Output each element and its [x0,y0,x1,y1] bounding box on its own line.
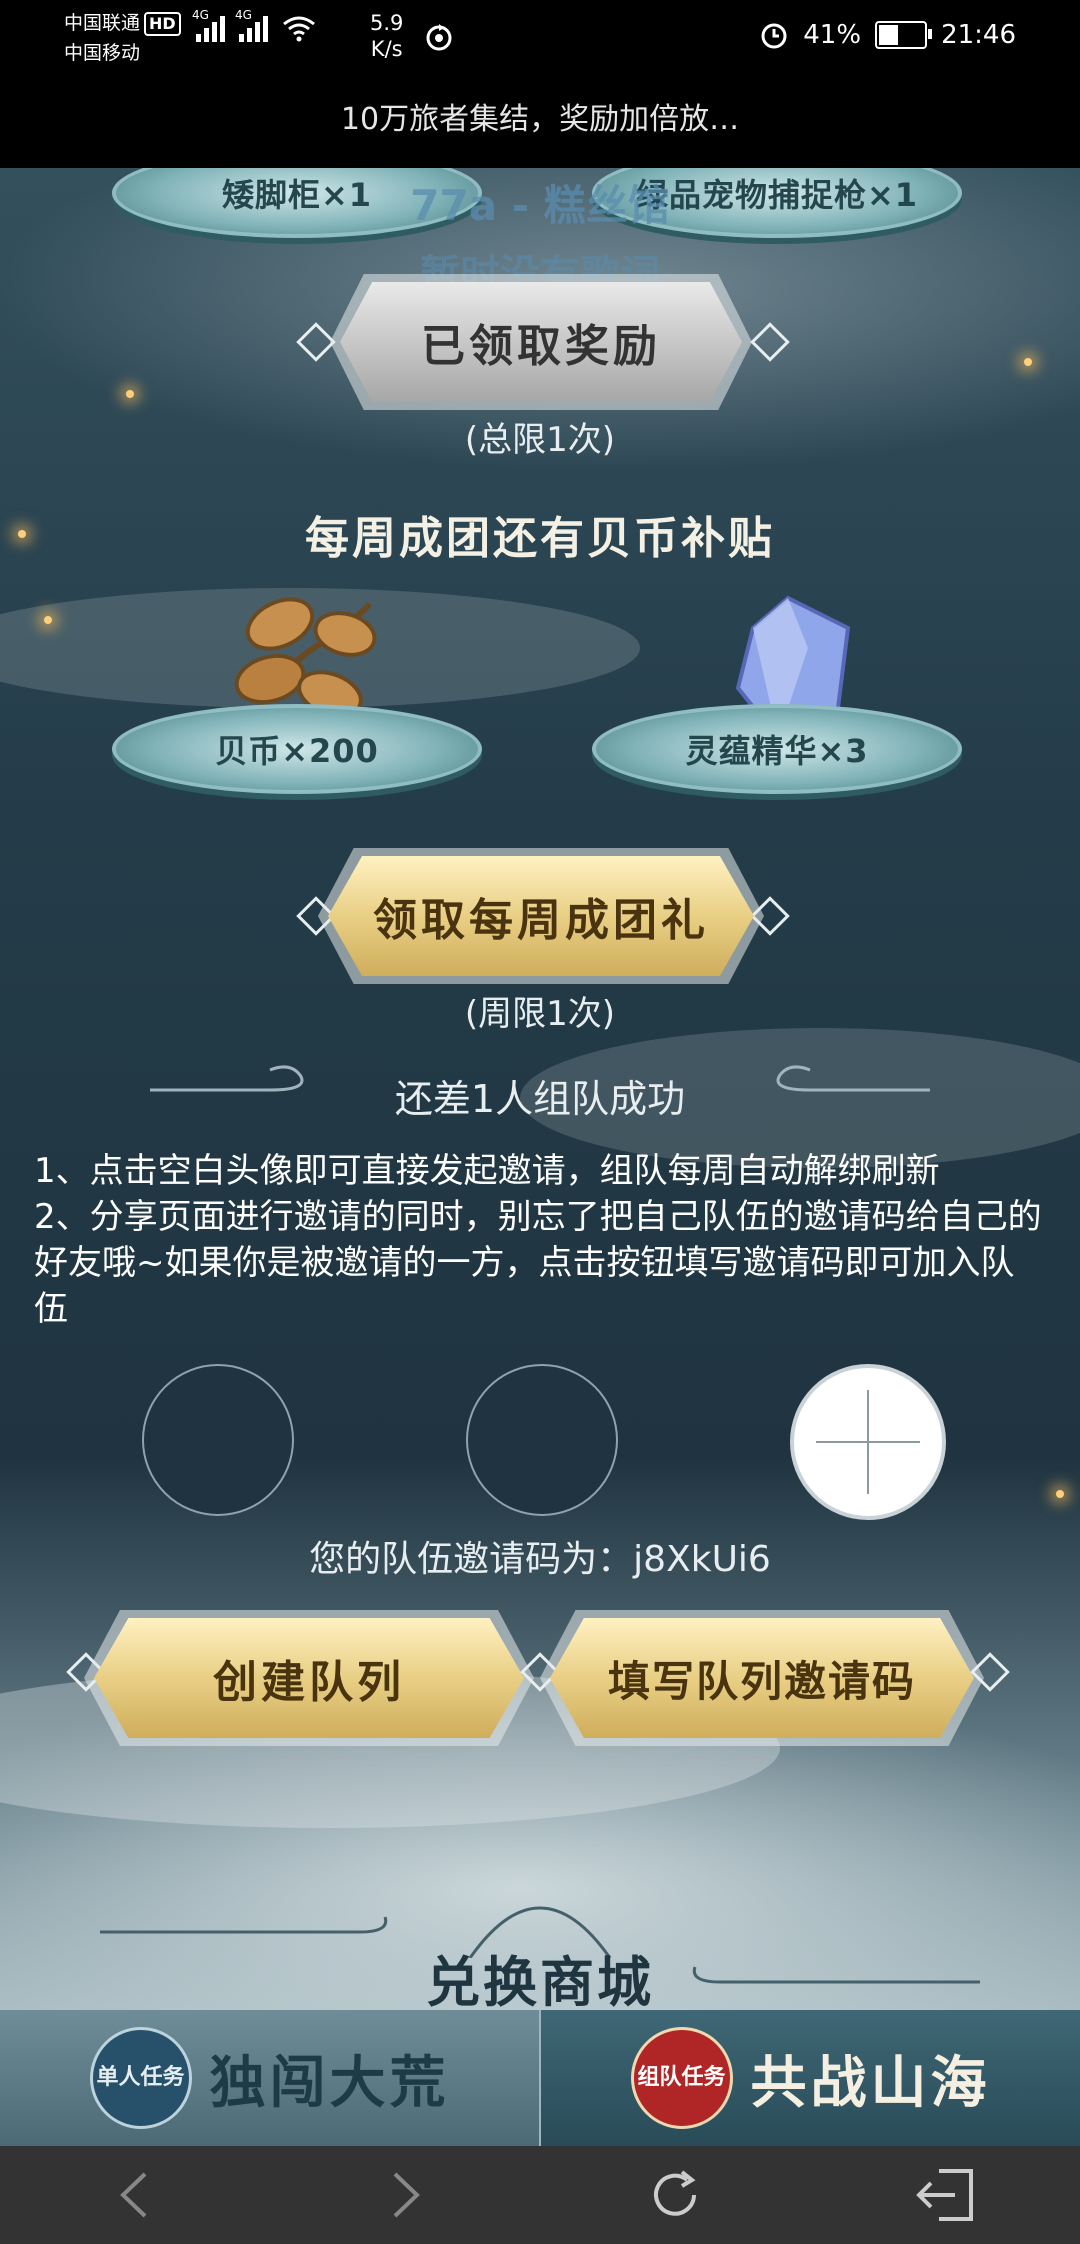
solo-task-badge: 单人任务 [89,2027,192,2129]
reward-label: 灵蕴精华×3 [685,732,869,770]
exit-icon [916,2169,973,2221]
weekly-limit-note: (周限1次) [464,994,616,1034]
tab-label: 独闯大荒 [209,2049,450,2116]
exit-button[interactable] [905,2155,985,2235]
lyric-overlay-title: 77a - 糕丝馆 [410,181,670,230]
claimed-reward-button[interactable]: 已领取奖励 [340,282,742,402]
network-type-2: 4G [235,8,252,22]
exchange-shop-heading: 兑换商城 [426,1950,654,2010]
back-button[interactable] [95,2155,175,2235]
team-member-slot[interactable] [466,1364,618,1516]
team-rules: 1、点击空白头像即可直接发起邀请，组队每周自动解绑刷新 2、分享页面进行邀请的同… [34,1148,1046,1332]
plus-icon-vertical [867,1390,869,1494]
sync-icon [426,24,452,51]
diamond-ornament [296,322,336,362]
page-title: 10万旅者集结，奖励加倍放… [0,90,1080,168]
total-limit-note: (总限1次) [464,420,616,460]
carrier-1: 中国联通 [64,12,141,34]
speed-unit: K/s [370,37,403,61]
forward-button[interactable] [365,2155,445,2235]
battery-icon [875,21,933,49]
alarm-icon [761,23,787,49]
bottom-tabs: 单人任务 独闯大荒 组队任务 共战山海 [0,2010,1080,2146]
reward-label: 贝币×200 [215,732,379,770]
sparkle-decoration [1024,358,1032,366]
speed-value: 5.9 [370,11,404,35]
refresh-button[interactable] [635,2155,715,2235]
team-member-slot[interactable] [142,1364,294,1516]
signal-icon: 4G [192,8,225,42]
browser-nav-bar [0,2146,1080,2244]
wifi-icon [283,16,315,42]
reward-pedestal: 贝币×200 [112,704,482,794]
event-page[interactable]: 矮脚柜×1 绿品宠物捕捉枪×1 77a - 糕丝馆 暂时没有歌词 已领取奖励 (… [0,168,1080,2010]
enter-invite-code-button[interactable]: 填写队列邀请码 [550,1618,974,1738]
sparkle-decoration [1056,1490,1064,1498]
invite-empty-slot[interactable] [790,1364,946,1520]
signal-icon: 4G [235,8,268,42]
chevron-right-icon [393,2172,420,2218]
tab-solo-quest[interactable]: 单人任务 独闯大荒 [0,2010,539,2146]
rule-item: 1、点击空白头像即可直接发起邀请，组队每周自动解绑刷新 [34,1151,940,1191]
create-team-button[interactable]: 创建队列 [94,1618,524,1738]
diamond-ornament [750,322,790,362]
sparkle-decoration [44,616,52,624]
claim-weekly-button[interactable]: 领取每周成团礼 [328,856,754,976]
invite-code-text: 您的队伍邀请码为：j8XkUi6 [309,1539,771,1580]
cloud-ornament-left [100,1916,388,1934]
tab-label: 共战山海 [750,2049,991,2116]
team-task-badge: 组队任务 [630,2027,733,2129]
rule-item: 2、分享页面进行邀请的同时，别忘了把自己队伍的邀请码给自己的好友哦~如果你是被邀… [34,1197,1042,1329]
clock: 21:46 [941,20,1016,50]
refresh-icon [654,2170,696,2216]
weekly-heading: 每周成团还有贝币补贴 [305,513,775,564]
network-type-1: 4G [192,8,209,22]
team-status: 还差1人组队成功 [394,1077,686,1121]
reward-pedestal: 灵蕴精华×3 [592,704,962,794]
carrier-info: 中国联通 HD 中国移动 [64,8,181,68]
battery-percent: 41% [803,20,862,50]
chevron-left-icon [120,2172,147,2218]
status-right: 41% 21:46 [759,20,1016,50]
hd-badge: HD [144,12,181,36]
tab-team-quest[interactable]: 组队任务 共战山海 [539,2010,1080,2146]
status-bar: 中国联通 HD 中国移动 4G 4G 5.9 K/s 41% 21:46 [0,0,1080,90]
signal-indicators: 4G 4G [192,8,316,42]
carrier-2: 中国移动 [64,42,141,64]
network-speed: 5.9 K/s [370,10,403,62]
sparkle-decoration [126,390,134,398]
